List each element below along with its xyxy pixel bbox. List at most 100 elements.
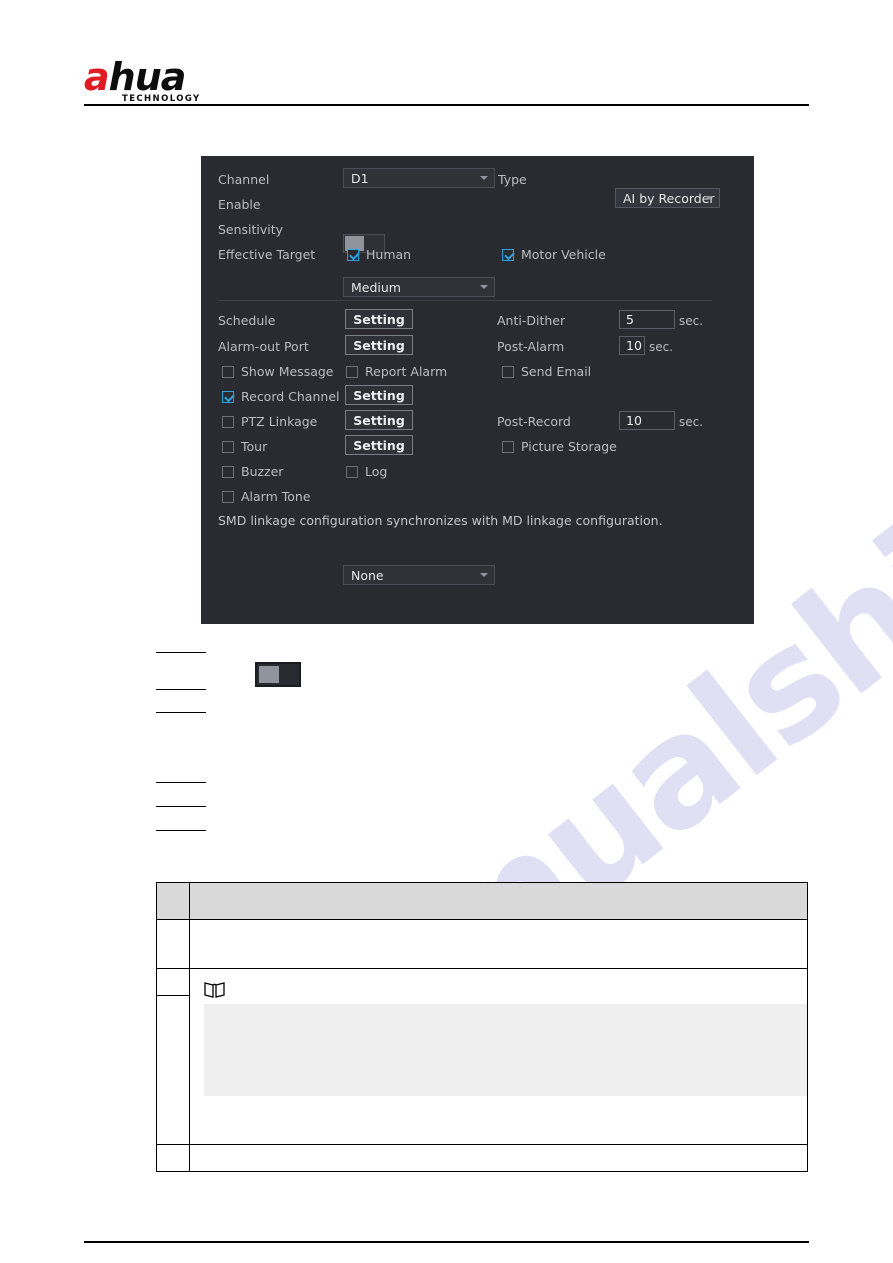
alarm-tone-checkbox[interactable]: Alarm Tone (222, 489, 311, 504)
list-item (156, 806, 206, 807)
alarm-out-setting-button[interactable]: Setting (345, 335, 413, 355)
sensitivity-select-value: Medium (351, 279, 401, 295)
show-message-label: Show Message (241, 364, 334, 379)
schedule-label: Schedule (218, 313, 276, 328)
checkbox-unchecked-icon (222, 440, 234, 453)
inline-toggle-icon (255, 662, 301, 687)
channel-select[interactable]: D1 (343, 168, 495, 188)
checkbox-unchecked-icon (502, 440, 514, 453)
log-label: Log (365, 464, 388, 479)
channel-label: Channel (218, 172, 270, 187)
checkbox-checked-icon (502, 248, 514, 261)
table-cell-description (189, 919, 808, 969)
show-message-checkbox[interactable]: Show Message (222, 364, 334, 379)
checkbox-unchecked-icon (346, 365, 358, 378)
table-row (156, 968, 808, 1145)
ptz-linkage-checkbox[interactable]: PTZ Linkage (222, 414, 317, 429)
post-alarm-input[interactable]: 10 (619, 336, 645, 355)
enable-label: Enable (218, 197, 261, 212)
send-email-label: Send Email (521, 364, 592, 379)
picture-storage-label: Picture Storage (521, 439, 617, 454)
note-book-icon (204, 981, 225, 998)
toggle-knob (259, 666, 279, 683)
effective-target-label: Effective Target (218, 247, 316, 262)
human-checkbox[interactable]: Human (347, 247, 411, 262)
checkbox-unchecked-icon (502, 365, 514, 378)
checkbox-unchecked-icon (222, 365, 234, 378)
chevron-down-icon (480, 285, 488, 289)
checkbox-unchecked-icon (346, 465, 358, 478)
section-divider (218, 300, 712, 301)
parameter-description-table (156, 882, 808, 1172)
alarm-tone-label: Alarm Tone (241, 489, 311, 504)
record-channel-label: Record Channel (241, 389, 340, 404)
table-header-cell-parameter (156, 882, 190, 920)
table-header-cell-description (189, 882, 808, 920)
buzzer-checkbox[interactable]: Buzzer (222, 464, 283, 479)
alarm-tone-select-value: None (351, 567, 384, 583)
tour-setting-button[interactable]: Setting (345, 435, 413, 455)
buzzer-label: Buzzer (241, 464, 284, 479)
post-record-input[interactable]: 10 (619, 411, 675, 430)
channel-select-value: D1 (351, 170, 369, 186)
report-alarm-checkbox[interactable]: Report Alarm (346, 364, 447, 379)
note-body-block (204, 1004, 807, 1096)
sensitivity-select[interactable]: Medium (343, 277, 495, 297)
post-record-label: Post-Record (497, 414, 571, 429)
dahua-logo: ahua TECHNOLOGY (84, 58, 234, 104)
report-alarm-label: Report Alarm (365, 364, 448, 379)
human-checkbox-label: Human (366, 247, 412, 262)
anti-dither-input[interactable]: 5 (619, 310, 675, 329)
table-cell-description (189, 1144, 808, 1172)
table-cell-description (189, 968, 808, 1145)
chevron-down-icon (480, 176, 488, 180)
type-select-value: AI by Recorder (623, 190, 715, 206)
checkbox-checked-icon (347, 248, 359, 261)
table-row (156, 1144, 808, 1172)
sensitivity-label: Sensitivity (218, 222, 284, 237)
anti-dither-unit: sec. (679, 314, 704, 328)
log-checkbox[interactable]: Log (346, 464, 387, 479)
chevron-down-icon (480, 573, 488, 577)
header-divider (84, 104, 809, 106)
list-item (156, 712, 206, 713)
anti-dither-label: Anti-Dither (497, 313, 566, 328)
checkbox-unchecked-icon (222, 490, 234, 503)
table-header-row (156, 882, 808, 920)
list-item (156, 830, 206, 831)
checkbox-unchecked-icon (222, 415, 234, 428)
ptz-linkage-label: PTZ Linkage (241, 414, 318, 429)
table-cell-parameter (156, 1144, 190, 1172)
table-cell-parameter (156, 995, 190, 1145)
logo-wordmark: ahua (84, 58, 234, 96)
list-item (156, 689, 206, 690)
smd-settings-dialog: Channel D1 Type AI by Recorder Enable Se… (201, 156, 754, 624)
logo-letter-a: a (84, 55, 110, 99)
ptz-linkage-setting-button[interactable]: Setting (345, 410, 413, 430)
post-alarm-label: Post-Alarm (497, 339, 565, 354)
logo-letters-hua: hua (108, 55, 187, 99)
alarm-out-port-label: Alarm-out Port (218, 339, 309, 354)
send-email-checkbox[interactable]: Send Email (502, 364, 591, 379)
record-channel-setting-button[interactable]: Setting (345, 385, 413, 405)
type-label: Type (498, 172, 527, 187)
table-row (156, 919, 808, 969)
list-item (156, 652, 206, 653)
tour-label: Tour (241, 439, 268, 454)
checkbox-checked-icon (222, 390, 234, 403)
picture-storage-checkbox[interactable]: Picture Storage (502, 439, 617, 454)
post-record-unit: sec. (679, 415, 704, 429)
footer-divider (84, 1241, 809, 1243)
table-cell-parameter (156, 968, 190, 996)
table-cell-parameter (156, 919, 190, 969)
record-channel-checkbox[interactable]: Record Channel (222, 389, 339, 404)
motor-vehicle-checkbox[interactable]: Motor Vehicle (502, 247, 606, 262)
list-item (156, 782, 206, 783)
schedule-setting-button[interactable]: Setting (345, 309, 413, 329)
dialog-footer-note: SMD linkage configuration synchronizes w… (218, 513, 663, 528)
tour-checkbox[interactable]: Tour (222, 439, 267, 454)
checkbox-unchecked-icon (222, 465, 234, 478)
type-select[interactable]: AI by Recorder (615, 188, 720, 208)
alarm-tone-select[interactable]: None (343, 565, 495, 585)
motor-vehicle-checkbox-label: Motor Vehicle (521, 247, 606, 262)
